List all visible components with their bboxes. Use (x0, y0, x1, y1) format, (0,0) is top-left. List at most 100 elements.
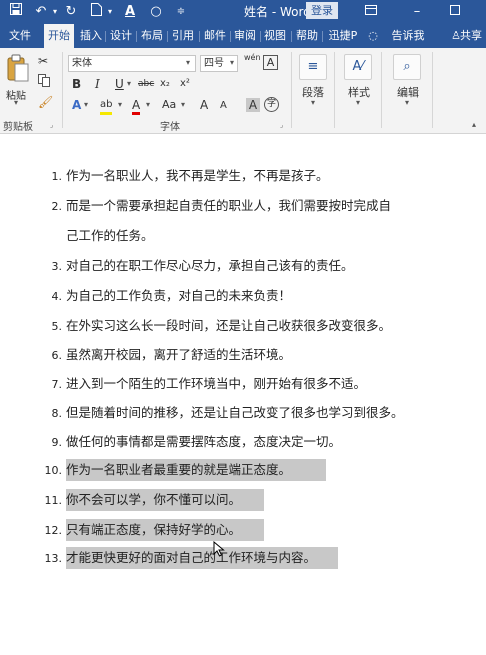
collapse-ribbon-icon[interactable]: ▴ (472, 120, 476, 129)
tab-xunjie-pdf[interactable]: 迅捷P (324, 24, 362, 48)
window-title: 姓名 - Word (244, 5, 311, 19)
superscript-button[interactable]: x² (180, 77, 190, 91)
phonetic-guide-icon[interactable]: wén (244, 53, 261, 62)
search-icon[interactable]: ⌕ (393, 54, 421, 80)
list-number: 9. (51, 436, 63, 449)
list-number: 12. (44, 524, 63, 537)
paragraph-dropdown-icon[interactable]: ▾ (311, 98, 315, 107)
tab-references[interactable]: 引用 (170, 24, 196, 48)
ribbon-options-icon[interactable] (362, 3, 380, 21)
change-case-dropdown-icon[interactable]: ▾ (181, 100, 185, 109)
list-item[interactable]: 13. 才能更快更好的面对自己的工作环境与内容。 (36, 548, 317, 568)
tab-share[interactable]: 共享 (460, 24, 486, 48)
shrink-font-button[interactable]: A (220, 99, 227, 113)
font-name-select[interactable]: 宋体 (68, 55, 196, 72)
font-color-dropdown-icon[interactable]: ▾ (146, 100, 150, 109)
tab-review[interactable]: 审阅 (232, 24, 258, 48)
list-number: 3. (51, 260, 63, 273)
mouse-cursor-icon (213, 541, 225, 557)
list-number: 6. (51, 349, 63, 362)
underline-dropdown-icon[interactable]: ▾ (127, 79, 131, 88)
list-text: 作为一名职业人，我不再是学生，不再是孩子。 (66, 168, 329, 183)
styles-icon[interactable]: A⁄ (344, 54, 372, 80)
list-text: 只有端正态度，保持好学的心。 (66, 522, 242, 537)
change-case-button[interactable]: Aa (162, 98, 176, 112)
shape-icon[interactable]: ○ (147, 3, 165, 21)
list-text: 做任何的事情都是需要摆阵态度，态度决定一切。 (66, 434, 342, 449)
subscript-button[interactable]: x₂ (160, 77, 170, 91)
minimize-icon[interactable]: – (408, 3, 426, 21)
list-item[interactable]: 6. 虽然离开校园，离开了舒适的生活环境。 (36, 345, 292, 365)
clipboard-icon (7, 54, 29, 82)
list-item[interactable]: 5. 在外实习这么长一段时间，还是让自己收获很多改变很多。 (36, 316, 392, 336)
font-launcher-icon[interactable]: ⌟ (280, 121, 283, 129)
paste-dropdown-icon[interactable]: ▾ (14, 98, 18, 107)
list-text: 为自己的工作负责，对自己的未来负责！ (66, 288, 292, 303)
list-item-continuation[interactable]: 己工作的任务。 (36, 226, 154, 246)
list-item[interactable]: 3. 对自己的在职工作尽心尽力，承担自己该有的责任。 (36, 256, 354, 276)
grow-font-button[interactable]: A (200, 98, 208, 112)
underline-button[interactable]: U (115, 77, 124, 91)
paragraph-icon[interactable]: ≡ (299, 54, 327, 80)
cut-icon[interactable]: ✂ (38, 54, 48, 68)
paste-button[interactable]: 粘贴 ▾ (4, 54, 32, 107)
enclose-character-button[interactable]: 字 (264, 97, 279, 112)
text-effects-dropdown-icon[interactable]: ▾ (84, 100, 88, 109)
italic-button[interactable]: I (95, 77, 100, 91)
font-color-button[interactable]: A (132, 98, 141, 115)
tab-design[interactable]: 设计 (108, 24, 134, 48)
font-size-dropdown-icon[interactable]: ▾ (230, 58, 234, 67)
tab-home[interactable]: 开始 (44, 24, 74, 48)
clear-format-icon[interactable]: A (263, 55, 278, 70)
list-item[interactable]: 4. 为自己的工作负责，对自己的未来负责！ (36, 286, 292, 306)
list-number: 7. (51, 378, 63, 391)
list-text: 在外实习这么长一段时间，还是让自己收获很多改变很多。 (66, 318, 392, 333)
tab-layout[interactable]: 布局 (139, 24, 165, 48)
lightbulb-icon[interactable]: ◌ (366, 24, 380, 48)
tab-view[interactable]: 视图 (262, 24, 288, 48)
tab-tell-me[interactable]: 告诉我 (388, 24, 428, 48)
clipboard-group-label: 剪贴板 (3, 122, 33, 133)
editing-dropdown-icon[interactable]: ▾ (405, 98, 409, 107)
list-item[interactable]: 8. 但是随着时间的推移，还是让自己改变了很多也学习到很多。 (36, 403, 404, 423)
text-effects-button[interactable]: A (72, 98, 81, 112)
list-item[interactable]: 9. 做任何的事情都是需要摆阵态度，态度决定一切。 (36, 432, 342, 452)
list-text: 才能更快更好的面对自己的工作环境与内容。 (66, 550, 317, 565)
list-text: 己工作的任务。 (66, 228, 154, 243)
list-item[interactable]: 11. 你不会可以学，你不懂可以问。 (36, 490, 242, 510)
list-item[interactable]: 2. 而是一个需要承担起自责任的职业人，我们需要按时完成自 (36, 196, 392, 216)
customize-icon[interactable]: ≑ (172, 3, 190, 21)
font-color-icon[interactable]: A (121, 3, 139, 21)
highlight-dropdown-icon[interactable]: ▾ (118, 100, 122, 109)
copy-icon[interactable] (38, 74, 50, 90)
save-icon[interactable] (7, 3, 25, 21)
list-text: 作为一名职业者最重要的就是端正态度。 (66, 462, 292, 477)
redo-icon[interactable]: ↻ (62, 3, 80, 21)
format-painter-icon[interactable]: 🖌 (38, 95, 53, 109)
list-item[interactable]: 7. 进入到一个陌生的工作环境当中，刚开始有很多不适。 (36, 374, 367, 394)
font-group-label: 字体 (160, 122, 180, 133)
font-name-dropdown-icon[interactable]: ▾ (186, 58, 190, 67)
list-item[interactable]: 10. 作为一名职业者最重要的就是端正态度。 (36, 460, 292, 480)
login-button[interactable]: 登录 (306, 2, 338, 19)
tab-help[interactable]: 帮助 (294, 24, 320, 48)
restore-icon[interactable] (446, 3, 464, 21)
new-doc-dropdown-icon[interactable]: ▾ (101, 3, 119, 21)
tab-file[interactable]: 文件 (3, 24, 37, 48)
bold-button[interactable]: B (72, 77, 81, 91)
list-number: 11. (44, 494, 63, 507)
list-item[interactable]: 1. 作为一名职业人，我不再是学生，不再是孩子。 (36, 166, 329, 186)
title-bar: ↶ ▾ ↻ ▾ A ○ ≑ 姓名 - Word 登录 – (0, 0, 486, 24)
ribbon-home: 粘贴 ▾ ✂ 🖌 剪贴板 ⌟ 宋体 ▾ 四号 ▾ wén A B I U ▾ a… (0, 48, 486, 134)
clipboard-launcher-icon[interactable]: ⌟ (50, 121, 53, 129)
tab-insert[interactable]: 插入 (78, 24, 104, 48)
character-shading-button[interactable]: A (246, 98, 260, 112)
list-number: 5. (51, 320, 63, 333)
document-page[interactable]: 1. 作为一名职业人，我不再是学生，不再是孩子。 2. 而是一个需要承担起自责任的职… (0, 135, 486, 655)
tab-mailings[interactable]: 邮件 (202, 24, 228, 48)
highlight-button[interactable]: ab (100, 98, 113, 115)
list-text: 你不会可以学，你不懂可以问。 (66, 492, 242, 507)
strikethrough-button[interactable]: abc (138, 77, 154, 91)
list-item[interactable]: 12. 只有端正态度，保持好学的心。 (36, 520, 242, 540)
styles-dropdown-icon[interactable]: ▾ (356, 98, 360, 107)
